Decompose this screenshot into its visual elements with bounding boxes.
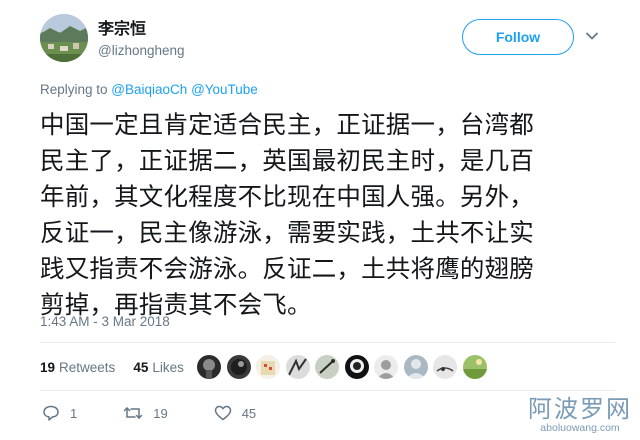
- user-handle[interactable]: @lizhongheng: [98, 42, 185, 60]
- likes-label: Likes: [152, 359, 184, 375]
- watermark-url: aboluowang.com: [540, 422, 620, 434]
- tweet-text: 中国一定且肯定适合民主，正证据一，台湾都 民主了，正证据二，英国最初民主时，是几…: [40, 107, 610, 323]
- tweet-text-line: 反证一，民主像游泳，需要实践，土共不让实: [40, 218, 534, 247]
- liker-avatar[interactable]: [403, 355, 428, 379]
- replying-to-label: Replying to: [40, 82, 112, 97]
- tweet-card: 李宗恒 @lizhongheng Follow Replying to @Bai…: [0, 0, 640, 440]
- follow-button[interactable]: Follow: [462, 19, 574, 55]
- user-names: 李宗恒 @lizhongheng: [98, 20, 185, 60]
- retweets-count: 19: [40, 359, 56, 375]
- like-button[interactable]: 45: [214, 404, 256, 422]
- tweet-text-line: 中国一定且肯定适合民主，正证据一，台湾都: [40, 110, 534, 139]
- display-name[interactable]: 李宗恒: [98, 20, 185, 40]
- liker-avatar[interactable]: [344, 355, 369, 379]
- heart-icon: [214, 405, 231, 421]
- reply-icon: [43, 405, 59, 421]
- retweet-count: 19: [153, 405, 168, 421]
- retweet-button[interactable]: 19: [123, 404, 168, 422]
- liker-avatar[interactable]: [197, 355, 221, 379]
- likes-stat[interactable]: 45 Likes: [133, 360, 184, 375]
- tweet-text-line: 民主了，正证据二，英国最初民主时，是几百: [40, 146, 534, 175]
- tweet-text-line: 年前，其文化程度不比现在中国人强。另外，: [40, 182, 534, 211]
- reply-count: 1: [70, 405, 78, 421]
- mention-link[interactable]: @BaiqiaoCh: [111, 82, 187, 97]
- liker-avatar[interactable]: [256, 355, 280, 379]
- reply-button[interactable]: 1: [42, 404, 77, 422]
- tweet-timestamp[interactable]: 1:43 AM - 3 Mar 2018: [40, 314, 170, 329]
- liker-avatar[interactable]: [462, 355, 487, 379]
- likes-count: 45: [133, 359, 149, 375]
- engagement-stats: 19 Retweets 45 Likes: [40, 356, 202, 378]
- liker-avatar[interactable]: [374, 355, 398, 379]
- tweet-header: 李宗恒 @lizhongheng Follow: [40, 14, 610, 64]
- liker-avatar[interactable]: [226, 355, 251, 379]
- tweet-text-line: 践又指责不会游泳。反证二，土共将鹰的翅膀: [40, 254, 534, 283]
- retweets-label: Retweets: [59, 359, 116, 375]
- replying-to: Replying to @BaiqiaoCh @YouTube: [40, 82, 258, 97]
- retweets-stat[interactable]: 19 Retweets: [40, 360, 115, 375]
- tweet-actions: 1 19 45: [42, 404, 302, 422]
- avatar[interactable]: [40, 14, 88, 62]
- watermark: 阿波罗网 aboluowang.com: [528, 389, 632, 434]
- like-count: 45: [241, 405, 257, 421]
- liker-avatar[interactable]: [433, 355, 457, 379]
- liker-avatar[interactable]: [285, 355, 310, 379]
- mention-link[interactable]: @YouTube: [191, 82, 258, 97]
- divider: [40, 342, 615, 343]
- watermark-title: 阿波罗网: [528, 395, 632, 423]
- retweet-icon: [123, 407, 143, 419]
- liker-avatars: [197, 355, 492, 379]
- chevron-down-icon[interactable]: [584, 28, 600, 44]
- liker-avatar[interactable]: [315, 355, 339, 379]
